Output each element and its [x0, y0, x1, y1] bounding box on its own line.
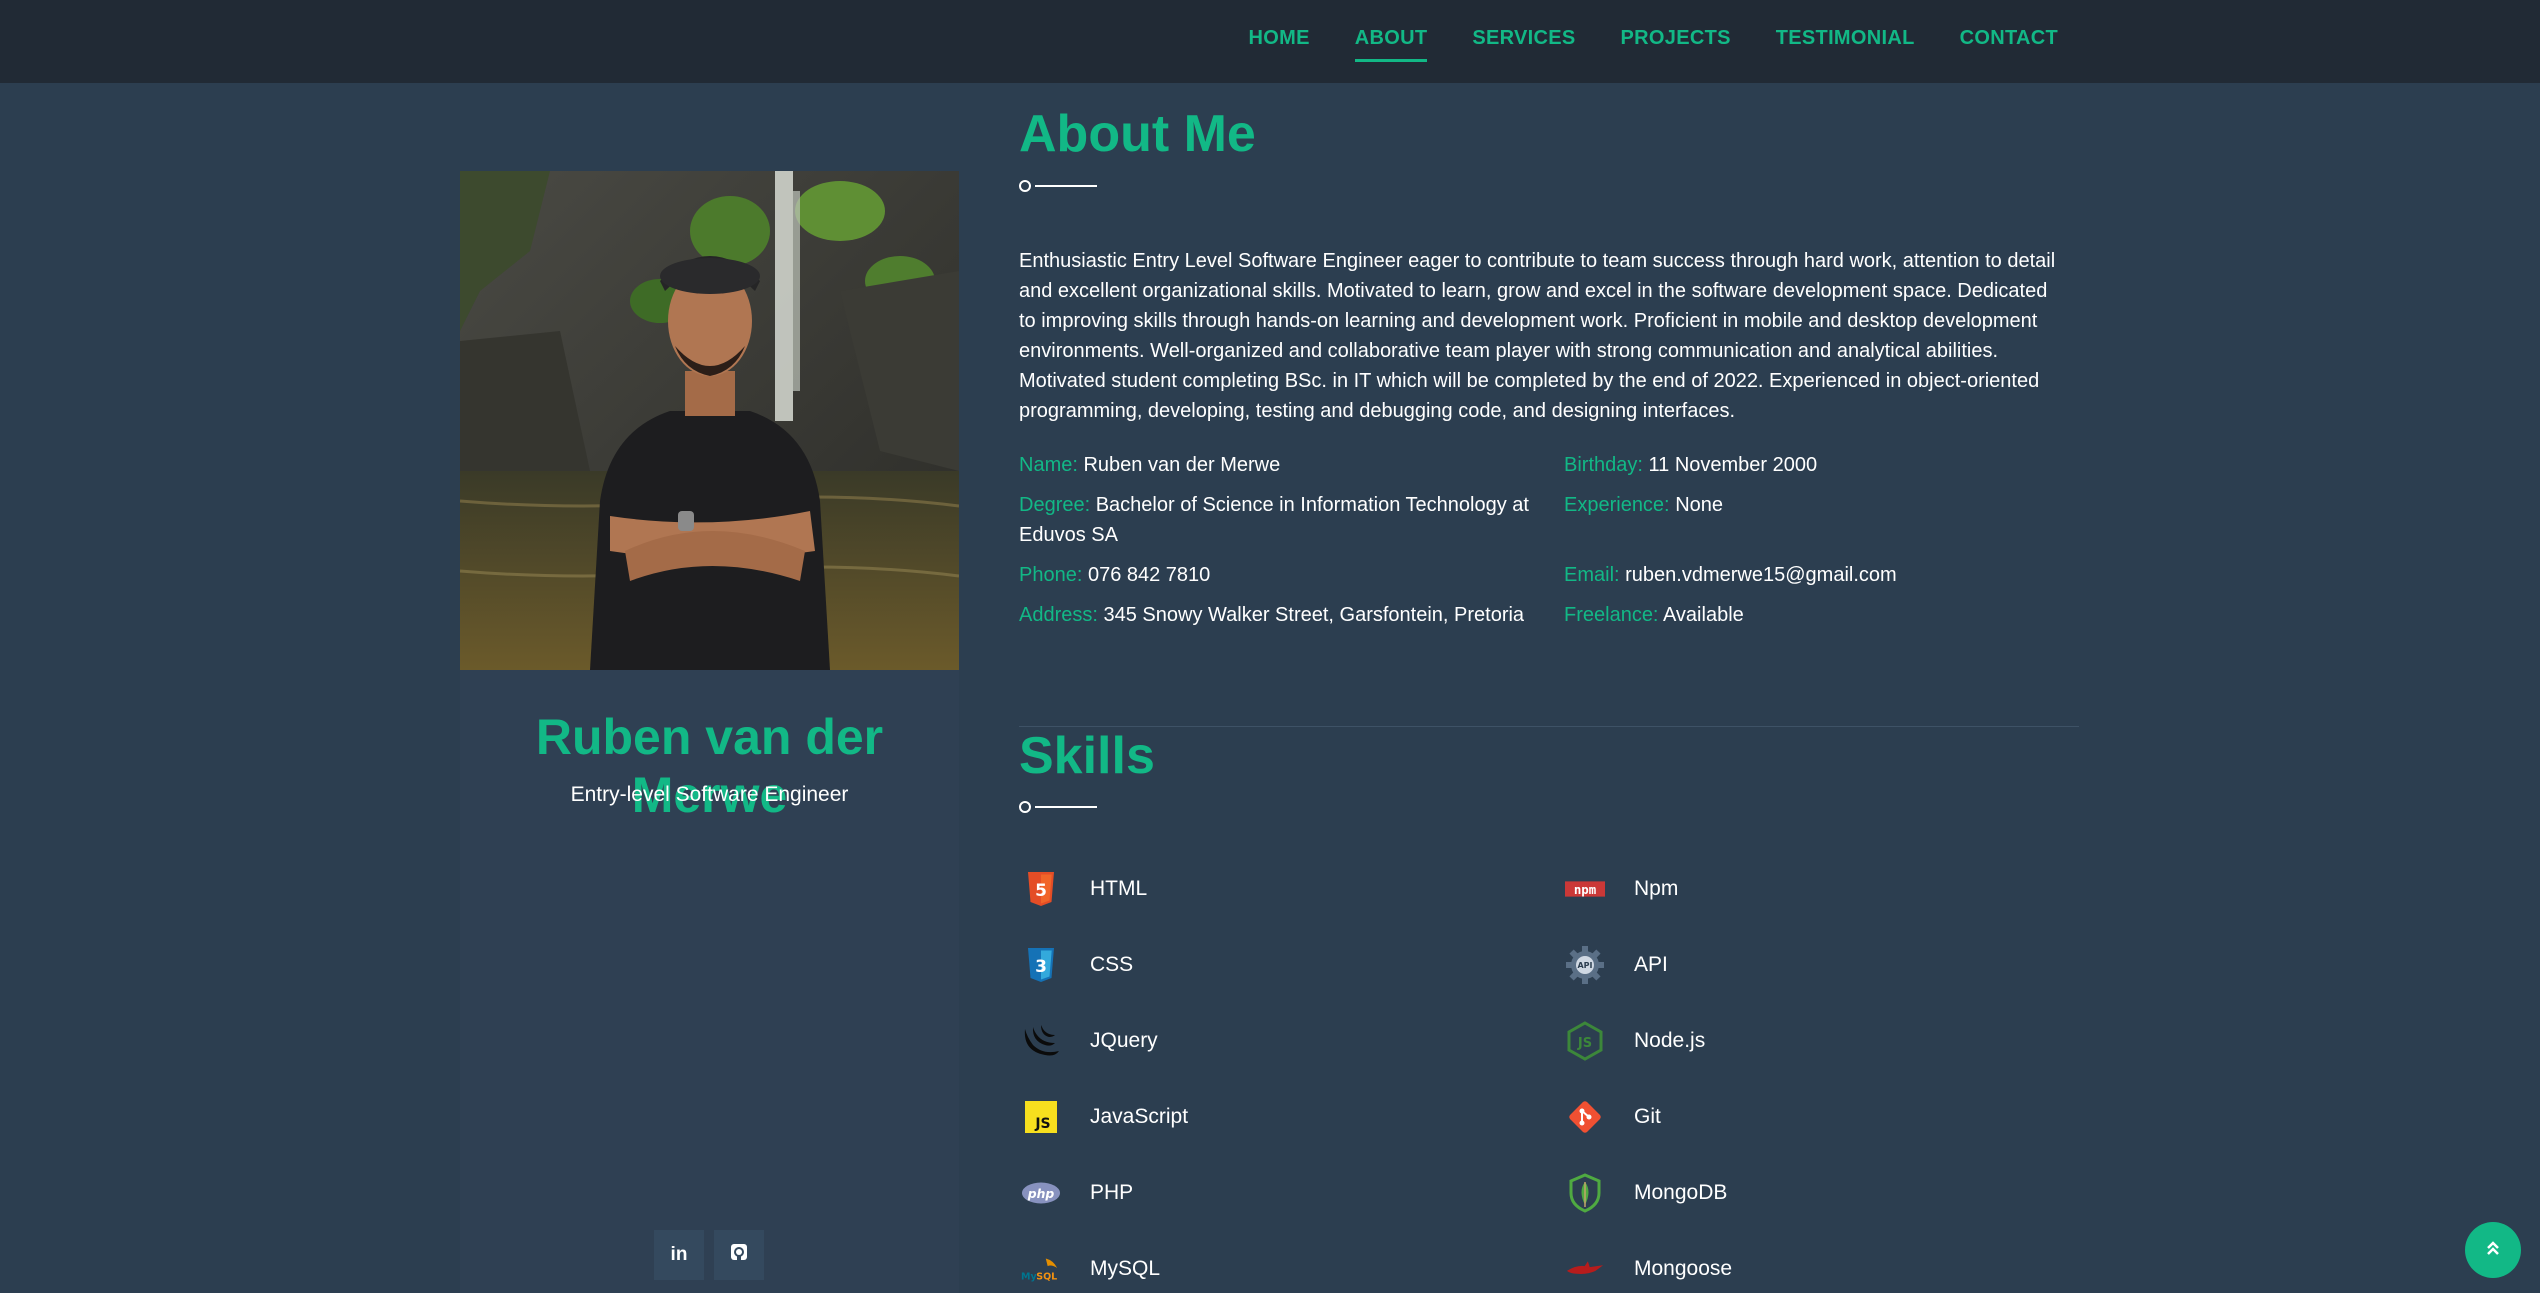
skill-name: Node.js — [1634, 1029, 1706, 1052]
info-name-value: Ruben van der Merwe — [1083, 454, 1281, 476]
svg-text:3: 3 — [1035, 957, 1047, 977]
svg-text:SQL: SQL — [1036, 1271, 1057, 1282]
svg-text:5: 5 — [1035, 881, 1047, 901]
jquery-icon — [1021, 1021, 1061, 1061]
skill-name: MongoDB — [1634, 1181, 1728, 1204]
info-degree-label: Degree: — [1019, 494, 1091, 516]
svg-text:JS: JS — [1034, 1116, 1050, 1132]
skill-name: MySQL — [1090, 1257, 1161, 1280]
info-name-label: Name: — [1019, 454, 1078, 476]
info-phone-value: 076 842 7810 — [1087, 564, 1211, 586]
skill-name: CSS — [1090, 953, 1134, 976]
profile-card: Ruben van der Merwe Entry-level Software… — [460, 171, 959, 1293]
skills-title: Skills — [1019, 727, 1155, 785]
info-phone: Phone: 076 842 7810 — [1019, 560, 1539, 590]
skill-item-mongodb: MongoDB — [1565, 1173, 1727, 1213]
skill-item-php: php PHP — [1021, 1173, 1133, 1213]
nav-testimonial-link[interactable]: TESTIMONIAL — [1776, 27, 1915, 50]
skill-item-html: 5 HTML — [1021, 869, 1147, 909]
info-name: Name: Ruben van der Merwe — [1019, 450, 1539, 480]
info-degree: Degree: Bachelor of Science in Informati… — [1019, 490, 1539, 550]
nav-contact-link[interactable]: CONTACT — [1960, 27, 2058, 50]
info-email-value[interactable]: ruben.vdmerwe15@gmail.com — [1625, 564, 1897, 586]
skill-item-mongoose: Mongoose — [1565, 1249, 1732, 1289]
info-address: Address: 345 Snowy Walker Street, Garsfo… — [1019, 600, 1559, 630]
github-icon — [730, 1243, 748, 1267]
skill-item-api: API API — [1565, 945, 1668, 985]
info-birthday-label: Birthday: — [1564, 454, 1643, 476]
svg-text:npm: npm — [1574, 883, 1596, 897]
nav-home-link[interactable]: HOME — [1249, 27, 1310, 50]
php-icon: php — [1021, 1173, 1061, 1213]
info-freelance-value: Available — [1662, 604, 1744, 626]
double-chevron-up-icon — [2484, 1237, 2502, 1263]
skill-item-javascript: JS JavaScript — [1021, 1097, 1188, 1137]
skill-item-npm: npm Npm — [1565, 869, 1678, 909]
info-birthday-value: 11 November 2000 — [1648, 454, 1818, 476]
info-birthday: Birthday: 11 November 2000 — [1564, 450, 2064, 480]
info-email-label: Email: — [1564, 564, 1620, 586]
info-degree-value: Bachelor of Science in Information Techn… — [1019, 494, 1529, 546]
social-links: in — [654, 1230, 764, 1280]
linkedin-button[interactable]: in — [654, 1230, 704, 1280]
skill-name: Mongoose — [1634, 1257, 1733, 1280]
api-gear-icon: API — [1565, 945, 1605, 985]
npm-icon: npm — [1565, 869, 1605, 909]
skill-item-git: Git — [1565, 1097, 1661, 1137]
info-email: Email: ruben.vdmerwe15@gmail.com — [1564, 560, 2064, 590]
css3-icon: 3 — [1021, 945, 1061, 985]
svg-text:API: API — [1577, 961, 1592, 970]
skill-name: JQuery — [1090, 1029, 1158, 1052]
skill-name: HTML — [1090, 877, 1148, 900]
svg-text:My: My — [1021, 1271, 1037, 1282]
info-freelance: Freelance: Available — [1564, 600, 2064, 630]
git-icon — [1565, 1097, 1605, 1137]
svg-text:php: php — [1027, 1187, 1055, 1201]
skill-name: Git — [1634, 1105, 1661, 1128]
nodejs-icon: JS — [1565, 1021, 1605, 1061]
linkedin-icon: in — [670, 1244, 688, 1265]
info-phone-label: Phone: — [1019, 564, 1083, 586]
info-experience: Experience: None — [1564, 490, 2064, 520]
back-to-top-button[interactable] — [2465, 1222, 2521, 1278]
skill-name: PHP — [1090, 1181, 1134, 1204]
profile-photo — [460, 171, 959, 670]
skill-item-css: 3 CSS — [1021, 945, 1133, 985]
profile-role: Entry-level Software Engineer — [570, 783, 849, 806]
skill-name: JavaScript — [1090, 1105, 1189, 1128]
skill-name: API — [1634, 953, 1668, 976]
skill-item-mysql: My SQL MySQL — [1021, 1249, 1160, 1289]
skill-item-jquery: JQuery — [1021, 1021, 1158, 1061]
skills-title-decoration — [1019, 801, 1097, 813]
nav-projects-link[interactable]: PROJECTS — [1621, 27, 1731, 50]
mysql-icon: My SQL — [1021, 1249, 1061, 1289]
info-address-value: 345 Snowy Walker Street, Garsfontein, Pr… — [1103, 604, 1525, 626]
nav-services-link[interactable]: SERVICES — [1472, 27, 1575, 50]
javascript-icon: JS — [1021, 1097, 1061, 1137]
skill-name: Npm — [1634, 877, 1679, 900]
skill-item-nodejs: JS Node.js — [1565, 1021, 1705, 1061]
github-button[interactable] — [714, 1230, 764, 1280]
html5-icon: 5 — [1021, 869, 1061, 909]
info-experience-value: None — [1675, 494, 1723, 516]
nav-about-link[interactable]: ABOUT — [1354, 27, 1428, 62]
about-description: Enthusiastic Entry Level Software Engine… — [1019, 250, 2056, 422]
svg-text:JS: JS — [1577, 1036, 1592, 1051]
about-title-decoration — [1019, 180, 1097, 192]
info-experience-label: Experience: — [1564, 494, 1670, 516]
mongodb-icon — [1565, 1173, 1605, 1213]
info-freelance-label: Freelance: — [1564, 604, 1659, 626]
section-divider — [1019, 726, 2079, 727]
nav-menu: HOME ABOUT SERVICES PROJECTS TESTIMONIAL… — [1249, 0, 2058, 76]
about-title: About Me — [1019, 105, 1256, 163]
mongoose-icon — [1565, 1249, 1605, 1289]
info-address-label: Address: — [1019, 604, 1098, 626]
navbar: HOME ABOUT SERVICES PROJECTS TESTIMONIAL… — [0, 0, 2540, 83]
